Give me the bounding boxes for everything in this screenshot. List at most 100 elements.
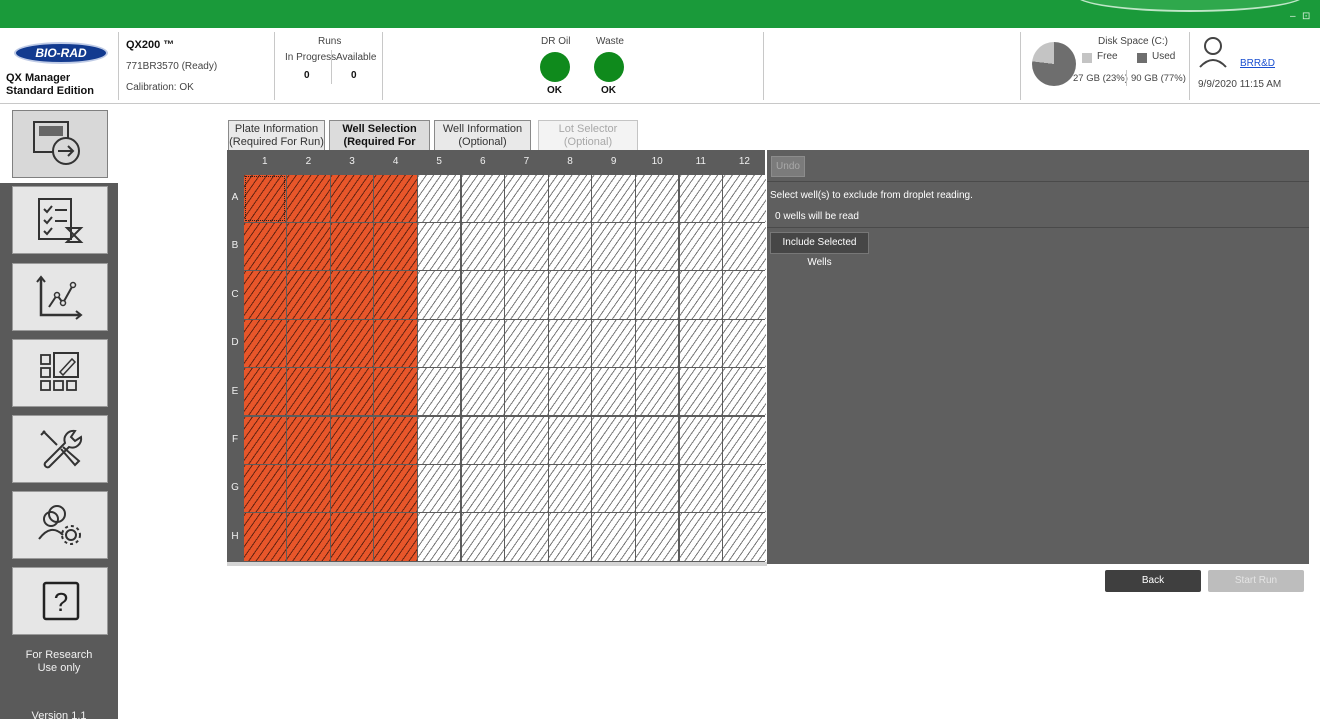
- well-D9[interactable]: [592, 319, 635, 368]
- row-header-G[interactable]: G: [227, 464, 243, 512]
- well-C5[interactable]: [417, 271, 461, 319]
- well-G6[interactable]: [461, 464, 505, 513]
- well-A4[interactable]: [374, 174, 417, 222]
- well-E1[interactable]: [243, 368, 287, 416]
- well-A2[interactable]: [287, 174, 330, 222]
- well-H1[interactable]: [243, 513, 287, 561]
- well-C12[interactable]: [723, 271, 766, 319]
- tab-plate-information[interactable]: Plate Information (Required For Run): [228, 120, 325, 150]
- well-D7[interactable]: [505, 319, 548, 368]
- well-B12[interactable]: [723, 222, 766, 271]
- well-C7[interactable]: [505, 271, 548, 319]
- well-H11[interactable]: [679, 513, 723, 561]
- well-A5[interactable]: [417, 174, 461, 222]
- well-F12[interactable]: [723, 416, 766, 464]
- back-button[interactable]: Back: [1105, 570, 1201, 592]
- restore-button[interactable]: ⊡: [1302, 11, 1310, 22]
- well-F1[interactable]: [243, 416, 287, 464]
- well-F8[interactable]: [548, 416, 592, 464]
- well-A11[interactable]: [679, 174, 723, 222]
- well-F7[interactable]: [505, 416, 548, 464]
- well-G8[interactable]: [548, 464, 592, 513]
- well-E4[interactable]: [374, 368, 417, 416]
- well-B7[interactable]: [505, 222, 548, 271]
- well-A7[interactable]: [505, 174, 548, 222]
- well-A6[interactable]: [461, 174, 505, 222]
- well-D3[interactable]: [330, 319, 374, 368]
- well-H9[interactable]: [592, 513, 635, 561]
- well-B5[interactable]: [417, 222, 461, 271]
- well-B4[interactable]: [374, 222, 417, 271]
- well-H8[interactable]: [548, 513, 592, 561]
- well-A9[interactable]: [592, 174, 635, 222]
- well-F2[interactable]: [287, 416, 330, 464]
- well-E6[interactable]: [461, 368, 505, 416]
- nav-user-admin[interactable]: [12, 491, 108, 559]
- well-A3[interactable]: [330, 174, 374, 222]
- well-H6[interactable]: [461, 513, 505, 561]
- well-C3[interactable]: [330, 271, 374, 319]
- well-F10[interactable]: [635, 416, 679, 464]
- well-H3[interactable]: [330, 513, 374, 561]
- well-G5[interactable]: [417, 464, 461, 513]
- well-C6[interactable]: [461, 271, 505, 319]
- well-D10[interactable]: [635, 319, 679, 368]
- well-E5[interactable]: [417, 368, 461, 416]
- well-G7[interactable]: [505, 464, 548, 513]
- well-B1[interactable]: [243, 222, 287, 271]
- well-G1[interactable]: [243, 464, 287, 513]
- well-D2[interactable]: [287, 319, 330, 368]
- minimize-button[interactable]: –: [1290, 11, 1296, 22]
- nav-help[interactable]: ?: [12, 567, 108, 635]
- nav-tools[interactable]: [12, 415, 108, 483]
- row-header-A[interactable]: A: [227, 174, 243, 222]
- column-header-4[interactable]: 4: [374, 150, 418, 174]
- well-A1[interactable]: [243, 174, 287, 222]
- well-E3[interactable]: [330, 368, 374, 416]
- tab-well-information[interactable]: Well Information (Optional): [434, 120, 531, 150]
- well-G12[interactable]: [723, 464, 766, 513]
- well-B11[interactable]: [679, 222, 723, 271]
- column-header-2[interactable]: 2: [287, 150, 331, 174]
- row-header-C[interactable]: C: [227, 271, 243, 319]
- column-header-7[interactable]: 7: [505, 150, 549, 174]
- nav-templates[interactable]: [12, 339, 108, 407]
- nav-run-status[interactable]: [12, 186, 108, 254]
- well-H12[interactable]: [723, 513, 766, 561]
- well-B2[interactable]: [287, 222, 330, 271]
- well-D5[interactable]: [417, 319, 461, 368]
- well-C10[interactable]: [635, 271, 679, 319]
- well-E8[interactable]: [548, 368, 592, 416]
- undo-button[interactable]: Undo: [771, 156, 805, 177]
- well-C2[interactable]: [287, 271, 330, 319]
- well-F6[interactable]: [461, 416, 505, 464]
- nav-new-run[interactable]: [12, 110, 108, 178]
- column-header-3[interactable]: 3: [330, 150, 374, 174]
- well-F11[interactable]: [679, 416, 723, 464]
- row-header-D[interactable]: D: [227, 319, 243, 367]
- well-E12[interactable]: [723, 368, 766, 416]
- well-C11[interactable]: [679, 271, 723, 319]
- well-E9[interactable]: [592, 368, 635, 416]
- well-B8[interactable]: [548, 222, 592, 271]
- well-H4[interactable]: [374, 513, 417, 561]
- well-F9[interactable]: [592, 416, 635, 464]
- well-E10[interactable]: [635, 368, 679, 416]
- well-H10[interactable]: [635, 513, 679, 561]
- well-G3[interactable]: [330, 464, 374, 513]
- column-header-5[interactable]: 5: [417, 150, 461, 174]
- well-C4[interactable]: [374, 271, 417, 319]
- column-header-6[interactable]: 6: [461, 150, 505, 174]
- well-D8[interactable]: [548, 319, 592, 368]
- include-selected-wells-button[interactable]: Include Selected Wells: [770, 232, 869, 268]
- well-D1[interactable]: [243, 319, 287, 368]
- well-B6[interactable]: [461, 222, 505, 271]
- well-D12[interactable]: [723, 319, 766, 368]
- well-E11[interactable]: [679, 368, 723, 416]
- well-D11[interactable]: [679, 319, 723, 368]
- well-G9[interactable]: [592, 464, 635, 513]
- well-D6[interactable]: [461, 319, 505, 368]
- well-C1[interactable]: [243, 271, 287, 319]
- well-C9[interactable]: [592, 271, 635, 319]
- row-header-B[interactable]: B: [227, 222, 243, 270]
